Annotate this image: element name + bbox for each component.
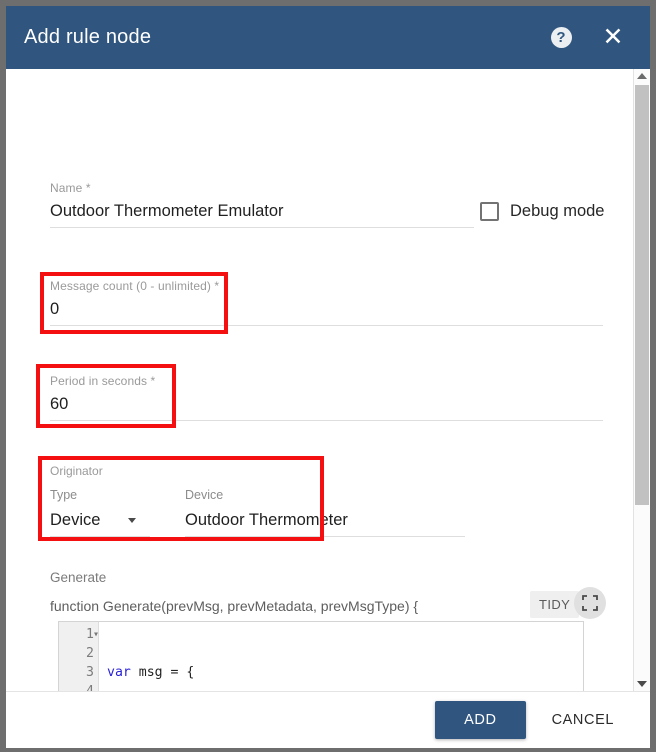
line-number: 3 — [86, 665, 94, 680]
originator-group-label: Originator — [50, 464, 103, 478]
scroll-down-glyph — [637, 681, 647, 687]
period-underline — [50, 420, 603, 421]
message-count-underline — [50, 325, 603, 326]
originator-device-value: Outdoor Thermometer — [185, 511, 348, 529]
scroll-up-icon[interactable] — [634, 69, 650, 83]
originator-device-label: Device — [185, 488, 224, 502]
code-editor[interactable]: 1▾ 2 3 4 5▾ 6 7 8 var msg = { temperatur… — [58, 621, 584, 691]
originator-type-underline — [50, 536, 150, 537]
close-glyph: ✕ — [602, 23, 624, 51]
help-glyph: ? — [550, 27, 572, 48]
originator-type-value: Device — [50, 511, 101, 529]
scroll-up-glyph — [637, 73, 647, 79]
help-icon[interactable]: ? — [546, 23, 576, 53]
message-count-field[interactable]: Message count (0 - unlimited) * 0 — [50, 279, 603, 326]
debug-mode-label: Debug mode — [510, 202, 605, 220]
close-icon[interactable]: ✕ — [598, 23, 628, 53]
dialog-body: Name * Outdoor Thermometer Emulator Debu… — [6, 69, 650, 691]
vertical-scrollbar[interactable] — [633, 69, 650, 691]
tidy-button[interactable]: TIDY — [530, 591, 580, 618]
originator-type-label: Type — [50, 488, 78, 502]
line-number: 1 ▾ — [86, 627, 99, 642]
period-label: Period in seconds * — [50, 374, 156, 388]
chevron-down-icon — [128, 518, 136, 523]
line-number: 2 — [86, 646, 94, 661]
name-field[interactable]: Name * Outdoor Thermometer Emulator — [50, 181, 474, 228]
scroll-down-icon[interactable] — [634, 677, 650, 691]
name-label: Name * — [50, 181, 91, 195]
debug-mode-checkbox[interactable]: Debug mode — [480, 202, 604, 221]
checkbox-box — [480, 202, 499, 221]
editor-code-area[interactable]: var msg = { temperature: (18 + 5*Math.ra… — [99, 622, 583, 691]
period-value: 60 — [50, 395, 69, 413]
message-count-value: 0 — [50, 300, 60, 318]
function-signature: function Generate(prevMsg, prevMetadata,… — [50, 598, 419, 614]
originator-type-select[interactable]: Type Device — [50, 488, 150, 537]
originator-device-field[interactable]: Device Outdoor Thermometer — [185, 488, 465, 537]
dialog-title: Add rule node — [24, 26, 152, 48]
add-button[interactable]: ADD — [435, 701, 526, 739]
scrollbar-thumb[interactable] — [635, 85, 649, 505]
editor-gutter: 1▾ 2 3 4 5▾ 6 7 8 — [59, 622, 99, 691]
code-line: var msg = { — [107, 665, 195, 680]
line-number: 4 — [59, 682, 98, 691]
fullscreen-glyph — [582, 595, 598, 611]
fullscreen-icon[interactable] — [574, 587, 606, 619]
originator-device-underline — [185, 536, 465, 537]
message-count-label: Message count (0 - unlimited) * — [50, 279, 220, 293]
name-value: Outdoor Thermometer Emulator — [50, 202, 284, 220]
originator-row: Type Device Device Outdoor Thermometer — [50, 488, 603, 537]
dialog-footer: ADD CANCEL — [6, 691, 650, 748]
form-content: Name * Outdoor Thermometer Emulator Debu… — [6, 69, 633, 691]
dialog-titlebar: Add rule node ? ✕ — [6, 6, 650, 69]
cancel-button[interactable]: CANCEL — [538, 701, 628, 739]
name-underline — [50, 227, 474, 228]
add-rule-node-dialog: Add rule node ? ✕ Name * Outdoor Thermom… — [6, 6, 650, 748]
period-field[interactable]: Period in seconds * 60 — [50, 374, 603, 421]
originator-group: Originator Type Device Device Outdoor Th… — [50, 464, 603, 537]
generate-label: Generate — [50, 570, 107, 585]
